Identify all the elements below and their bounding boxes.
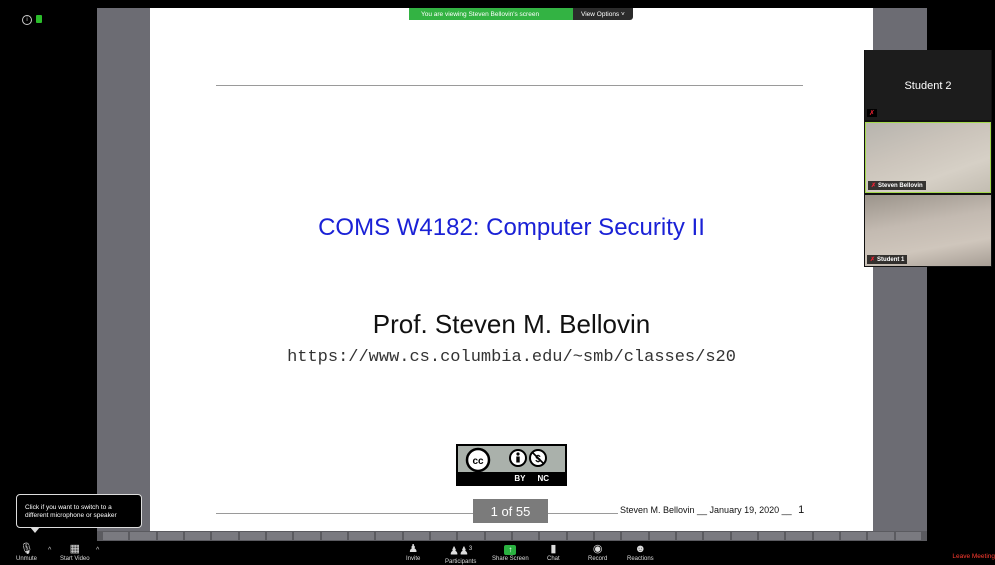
video-off-icon: ▦ bbox=[69, 543, 80, 555]
audio-options-chevron-icon[interactable]: ^ bbox=[48, 547, 51, 554]
participant-name: Steven Bellovin bbox=[878, 183, 923, 189]
reactions-icon: ☻ bbox=[634, 543, 647, 555]
record-button[interactable]: ◉ Record bbox=[588, 543, 607, 562]
participant-name: Student 1 bbox=[877, 257, 905, 263]
participant-name-tag: ✗ Student 1 bbox=[867, 255, 908, 264]
cc-nc-label: NC bbox=[537, 473, 549, 483]
svg-text:cc: cc bbox=[472, 456, 484, 467]
chat-icon: ▮ bbox=[550, 543, 557, 555]
presentation-slide: COMS W4182: Computer Security II Prof. S… bbox=[150, 8, 873, 540]
slide-footer-rule-mid bbox=[548, 513, 618, 514]
encryption-lock-icon[interactable] bbox=[36, 15, 42, 23]
slide-title: COMS W4182: Computer Security II bbox=[318, 214, 705, 241]
reactions-button[interactable]: ☻ Reactions bbox=[627, 543, 654, 562]
slide-top-rule bbox=[216, 85, 803, 86]
video-tile-student-1[interactable]: ✗ Student 1 bbox=[865, 195, 991, 266]
slide-thumbnail-strip[interactable] bbox=[97, 531, 927, 541]
record-label: Record bbox=[588, 556, 608, 562]
mic-muted-icon: 🎙 bbox=[19, 543, 34, 555]
screen-share-banner: You are viewing Steven Bellovin's screen… bbox=[409, 8, 633, 20]
participants-count: 3 bbox=[468, 546, 473, 552]
unmute-button[interactable]: 🎙 Unmute bbox=[16, 543, 37, 562]
start-video-button[interactable]: ▦ Start Video bbox=[60, 543, 90, 562]
cc-by-label: BY bbox=[514, 473, 526, 483]
share-screen-icon: ↑ bbox=[504, 545, 517, 555]
view-options-button[interactable]: View Options ˅ bbox=[573, 8, 633, 20]
slide-footer-page: 1 bbox=[798, 504, 805, 516]
record-icon: ◉ bbox=[592, 543, 603, 555]
slide-author: Prof. Steven M. Bellovin bbox=[372, 309, 651, 339]
invite-label: Invite bbox=[406, 556, 421, 562]
viewing-screen-label: You are viewing Steven Bellovin's screen bbox=[409, 8, 573, 20]
invite-icon: ♟ bbox=[408, 543, 419, 555]
creative-commons-badge: cc $ BY NC bbox=[456, 444, 567, 486]
meeting-info-icon[interactable]: i bbox=[22, 15, 32, 25]
audio-switch-tooltip: Click if you want to switch to a differe… bbox=[16, 494, 142, 528]
participants-button[interactable]: ♟♟3 Participants bbox=[445, 543, 476, 565]
mic-muted-icon: ✗ bbox=[870, 257, 876, 263]
participant-name-tag: ✗ Steven Bellovin bbox=[868, 181, 926, 190]
chat-label: Chat bbox=[547, 556, 560, 562]
participants-label: Participants bbox=[445, 558, 477, 565]
tooltip-arrow bbox=[30, 527, 40, 533]
video-tile-steven-bellovin[interactable]: ✗ Steven Bellovin bbox=[865, 122, 991, 193]
cc-logo-icon: cc $ bbox=[465, 447, 547, 473]
slide-page-indicator: 1 of 55 bbox=[473, 499, 548, 523]
slide-footer-text: Steven M. Bellovin __ January 19, 2020 _… bbox=[620, 505, 792, 515]
unmute-label: Unmute bbox=[16, 556, 38, 562]
participants-icon: ♟♟3 bbox=[449, 545, 473, 558]
participant-name: Student 2 bbox=[904, 80, 952, 92]
video-options-chevron-icon[interactable]: ^ bbox=[96, 547, 99, 554]
meeting-toolbar: 🎙 Unmute ^ ▦ Start Video ^ ♟ Invite ♟♟3 … bbox=[0, 542, 995, 565]
slide-footer: Steven M. Bellovin __ January 19, 2020 _… bbox=[620, 504, 804, 516]
cc-license-band: BY NC bbox=[458, 472, 565, 484]
start-video-label: Start Video bbox=[60, 556, 90, 562]
participant-video-panel: Student 2 ✗ ✗ Steven Bellovin ✗ Student 1 bbox=[864, 50, 992, 267]
chat-button[interactable]: ▮ Chat bbox=[547, 543, 560, 562]
mic-muted-icon: ✗ bbox=[871, 183, 877, 189]
share-screen-button[interactable]: ↑ Share Screen bbox=[492, 543, 529, 562]
invite-button[interactable]: ♟ Invite bbox=[406, 543, 420, 562]
share-screen-label: Share Screen bbox=[492, 556, 529, 562]
video-tile-student-2[interactable]: Student 2 ✗ bbox=[865, 50, 991, 120]
reactions-label: Reactions bbox=[627, 556, 654, 562]
mic-muted-icon: ✗ bbox=[867, 109, 877, 117]
leave-meeting-button[interactable]: Leave Meeting bbox=[952, 553, 995, 560]
slide-url: https://www.cs.columbia.edu/~smb/classes… bbox=[287, 348, 736, 367]
slide-footer-rule-left bbox=[216, 513, 474, 514]
